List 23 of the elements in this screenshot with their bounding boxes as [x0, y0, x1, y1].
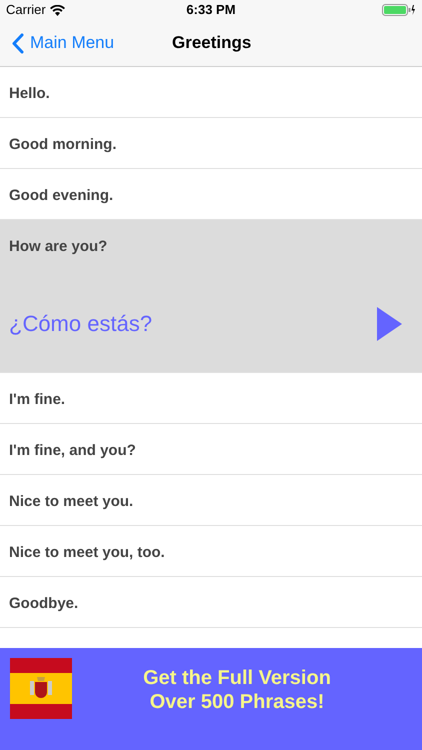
flag-icon [10, 658, 72, 719]
banner-subline: Over 500 Phrases! [150, 690, 324, 714]
wifi-icon [50, 4, 65, 16]
translation-text: ¿Cómo estás? [9, 310, 152, 338]
phrase-text: Nice to meet you. [8, 492, 134, 512]
phrase-text: How are you? [8, 237, 108, 257]
screen-title: Greetings [172, 32, 252, 54]
expanded-phrase-row[interactable]: How are you? ¿Cómo estás? [0, 220, 422, 373]
phrase-text: Hello. [8, 84, 50, 104]
back-button[interactable]: Main Menu [0, 30, 114, 56]
promo-banner[interactable]: Get the Full Version Over 500 Phrases! [0, 648, 422, 750]
carrier-label: Carrier [6, 1, 46, 20]
phrase-text: Goodbye. [8, 594, 78, 614]
banner-headline: Get the Full Version [143, 666, 331, 690]
phrase-text: I'm fine, and you? [8, 441, 136, 461]
phrase-text: Nice to meet you, too. [8, 543, 165, 563]
battery-icon [382, 4, 416, 16]
phrase-text: Good evening. [8, 186, 114, 206]
phrase-text: Good morning. [8, 135, 116, 155]
clock: 6:33 PM [186, 1, 236, 20]
play-icon[interactable] [377, 306, 402, 340]
back-chevron-icon [12, 32, 24, 54]
phrase-text: I'm fine. [8, 390, 66, 410]
